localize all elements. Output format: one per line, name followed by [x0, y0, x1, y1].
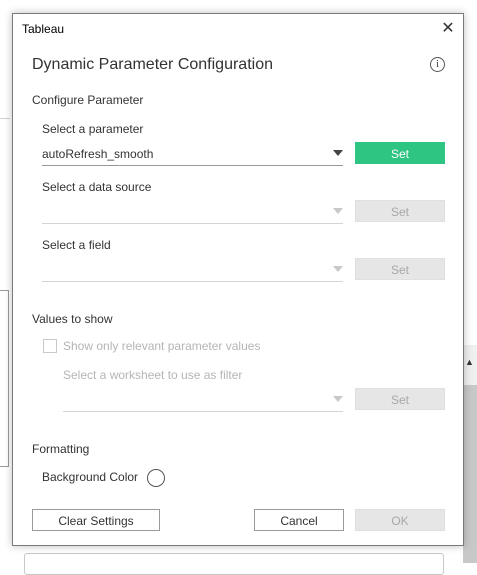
dynamic-parameter-dialog: Tableau ✕ Dynamic Parameter Configuratio… [12, 13, 464, 546]
background-color-label: Background Color [42, 470, 139, 484]
background-color-swatch[interactable] [147, 469, 165, 487]
chevron-down-icon [333, 396, 343, 402]
relevant-values-label: Show only relevant parameter values [63, 339, 261, 353]
values-to-show-heading: Values to show [32, 312, 113, 326]
ok-button[interactable]: OK [355, 509, 445, 531]
configure-parameter-heading: Configure Parameter [32, 93, 144, 107]
relevant-values-checkbox[interactable] [43, 339, 57, 353]
data-source-label: Select a data source [42, 180, 152, 194]
chevron-down-icon [333, 208, 343, 214]
field-select[interactable] [42, 259, 343, 282]
field-label: Select a field [42, 238, 111, 252]
worksheet-select[interactable] [63, 389, 343, 412]
chevron-down-icon [333, 266, 343, 272]
parameter-select-value: autoRefresh_smooth [42, 147, 154, 161]
parameter-set-button[interactable]: Set [355, 142, 445, 164]
dialog-heading: Dynamic Parameter Configuration [32, 56, 273, 73]
info-icon[interactable]: i [430, 57, 445, 72]
background-panel [0, 290, 9, 467]
worksheet-set-button[interactable]: Set [355, 388, 445, 410]
worksheet-label: Select a worksheet to use as filter [63, 368, 243, 382]
scroll-up-arrow-icon[interactable]: ▲ [465, 357, 474, 367]
cancel-button[interactable]: Cancel [254, 509, 344, 531]
formatting-heading: Formatting [32, 442, 90, 456]
parameter-label: Select a parameter [42, 122, 144, 136]
clear-settings-button[interactable]: Clear Settings [32, 509, 160, 531]
parameter-select[interactable]: autoRefresh_smooth [42, 143, 343, 166]
window-title: Tableau [22, 22, 65, 36]
close-icon[interactable]: ✕ [437, 18, 459, 40]
field-set-button[interactable]: Set [355, 258, 445, 280]
background-input-box [24, 553, 444, 575]
dialog-titlebar: Tableau ✕ [13, 14, 463, 44]
background-divider [0, 118, 10, 119]
chevron-down-icon [333, 150, 343, 156]
data-source-set-button[interactable]: Set [355, 200, 445, 222]
data-source-select[interactable] [42, 201, 343, 224]
